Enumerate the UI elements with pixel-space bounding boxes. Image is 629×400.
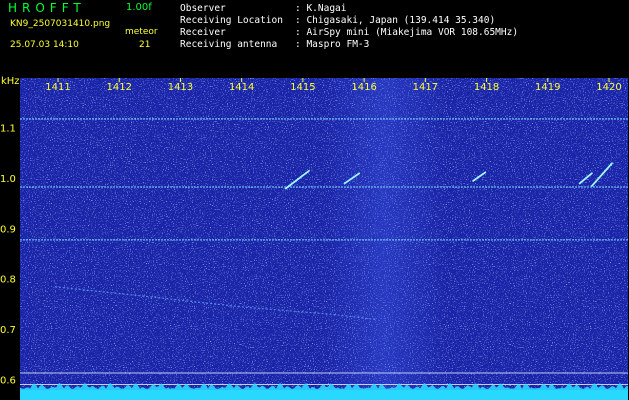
- location-value: : Chigasaki, Japan (139.414 35.340): [295, 15, 496, 26]
- receiver-label: Receiver: [180, 27, 226, 38]
- header-panel: HROFFT 1.00f KN9_2507031410.png meteor 2…: [0, 0, 629, 74]
- x-tick-label: 1418: [474, 82, 499, 93]
- version-label: 1.00f: [126, 2, 152, 13]
- x-tick-label: 1420: [596, 82, 621, 93]
- app-title: HROFFT: [8, 1, 86, 15]
- y-tick-label: 1.1: [0, 124, 16, 135]
- echo-count: 21: [139, 40, 151, 50]
- antenna-label: Receiving antenna: [180, 39, 278, 50]
- y-tick-label: 0.6: [0, 376, 16, 387]
- x-tick-label: 1412: [106, 82, 131, 93]
- y-tick-label: 0.7: [0, 325, 16, 336]
- y-tick-label: 0.9: [0, 224, 16, 235]
- mode-label: meteor: [125, 27, 158, 37]
- antenna-value: : Maspro FM-3: [295, 39, 370, 50]
- x-tick-label: 1419: [535, 82, 560, 93]
- timestamp-label: 25.07.03 14:10: [10, 40, 79, 50]
- x-tick-label: 1411: [45, 82, 70, 93]
- x-tick-label: 1417: [413, 82, 438, 93]
- x-tick-label: 1415: [290, 82, 315, 93]
- spectrogram-chart: 1411 1412 1413 1414 1415 1416 1417 1418 1419 1420…: [0, 74, 629, 400]
- y-tick-label: 0.8: [0, 275, 16, 286]
- x-tick-label: 1413: [168, 82, 193, 93]
- observer-label: Observer: [180, 3, 226, 14]
- observer-value: : K.Nagai: [295, 3, 347, 14]
- location-label: Receiving Location: [180, 15, 283, 26]
- filename-label: KN9_2507031410.png: [10, 19, 111, 29]
- receiver-value: : AirSpy mini (Miakejima VOR 108.65MHz): [295, 27, 519, 38]
- y-tick-label: 1.0: [0, 174, 16, 185]
- y-axis-unit: kHz: [1, 76, 20, 87]
- x-tick-label: 1416: [351, 82, 376, 93]
- center-glow: [20, 78, 628, 400]
- x-tick-label: 1414: [229, 82, 254, 93]
- spectrogram-panel: 1411 1412 1413 1414 1415 1416 1417 1418 1419 1420…: [0, 74, 629, 400]
